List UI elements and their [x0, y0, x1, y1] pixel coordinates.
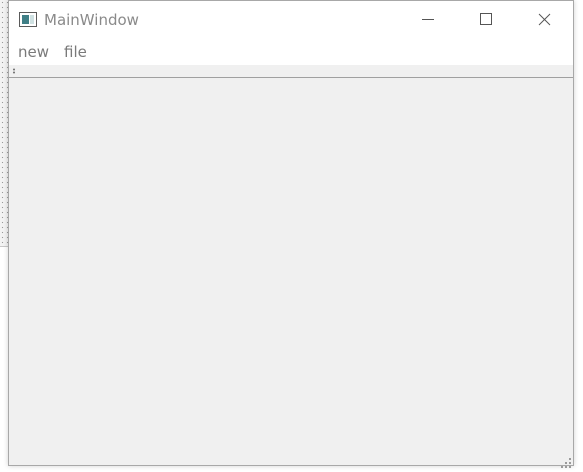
minimize-button[interactable] — [399, 1, 457, 39]
qt-window-icon[interactable] — [19, 12, 37, 27]
title-bar[interactable]: MainWindow — [9, 1, 573, 39]
main-window: MainWindow new file — [8, 0, 574, 468]
menu-bar: new file — [9, 39, 573, 65]
icon-right-pane — [30, 15, 34, 24]
toolbar-grip-icon[interactable] — [13, 68, 15, 74]
menu-item-file[interactable]: file — [63, 43, 88, 61]
maximize-icon — [480, 13, 492, 25]
close-icon — [538, 13, 551, 26]
minimize-icon — [422, 19, 434, 20]
central-widget — [9, 78, 573, 465]
size-grip[interactable] — [561, 453, 571, 468]
close-button[interactable] — [515, 1, 573, 39]
menu-item-new[interactable]: new — [17, 43, 50, 61]
tool-bar — [9, 65, 573, 78]
icon-left-pane — [22, 15, 29, 24]
size-grip-icon — [561, 458, 571, 468]
window-title: MainWindow — [44, 11, 139, 29]
maximize-button[interactable] — [457, 1, 515, 39]
